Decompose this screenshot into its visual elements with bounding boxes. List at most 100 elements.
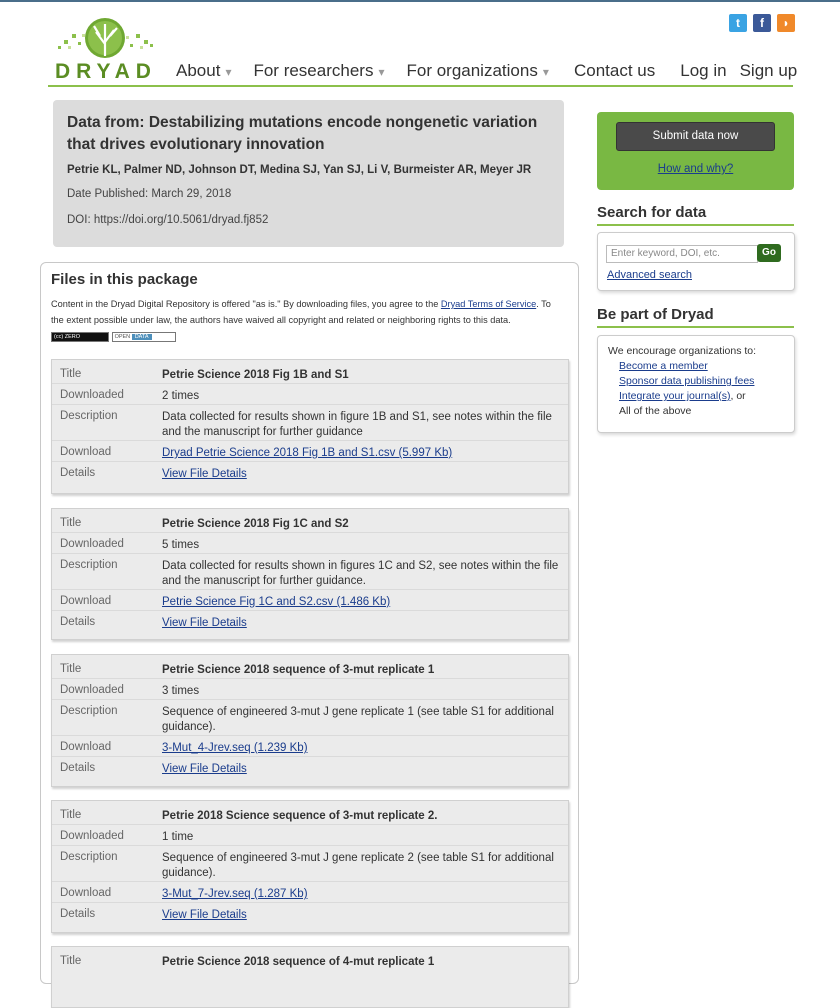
label-title: Title — [60, 663, 82, 675]
integrate-journal-item: Integrate your journal(s), or — [619, 389, 746, 404]
row-divider — [52, 589, 568, 590]
submit-data-box: Submit data now How and why? — [597, 112, 794, 190]
submit-data-button[interactable]: Submit data now — [616, 122, 775, 151]
license-notice: Content in the Dryad Digital Repository … — [51, 296, 566, 344]
label-download: Download — [60, 446, 112, 458]
label-description: Description — [60, 705, 118, 717]
search-input[interactable]: Enter keyword, DOI, etc. — [606, 245, 758, 263]
file-download-link[interactable]: 3-Mut_4-Jrev.seq (1.239 Kb) — [162, 742, 308, 754]
go-button[interactable]: Go — [757, 244, 781, 262]
file-download-link[interactable]: Dryad Petrie Science 2018 Fig 1B and S1.… — [162, 447, 452, 459]
label-description: Description — [60, 851, 118, 863]
date-published: Date Published: March 29, 2018 — [67, 188, 232, 200]
file-title: Petrie Science 2018 Fig 1C and S2 — [162, 518, 349, 530]
label-download: Download — [60, 887, 112, 899]
row-divider — [52, 532, 568, 533]
label-title: Title — [60, 368, 82, 380]
row-divider — [52, 735, 568, 736]
nav-about-label: About — [176, 61, 221, 80]
label-download: Download — [60, 741, 112, 753]
label-description: Description — [60, 410, 118, 422]
how-and-why-link[interactable]: How and why? — [597, 163, 794, 175]
sponsor-fees-item: Sponsor data publishing fees — [619, 374, 754, 389]
sponsor-fees-link[interactable]: Sponsor data publishing fees — [619, 375, 754, 387]
social-icons: t f ◗ — [729, 14, 795, 32]
dataset-authors: Petrie KL, Palmer ND, Johnson DT, Medina… — [67, 164, 532, 176]
label-title: Title — [60, 517, 82, 529]
nav-for-organizations[interactable]: For organizations ▾ — [406, 61, 548, 81]
chevron-down-icon: ▾ — [542, 65, 549, 79]
row-divider — [52, 461, 568, 462]
file-title: Petrie Science 2018 sequence of 3-mut re… — [162, 664, 435, 676]
label-title: Title — [60, 809, 82, 821]
file-download-link[interactable]: Petrie Science Fig 1C and S2.csv (1.486 … — [162, 596, 390, 608]
logo-wordmark[interactable]: DRYAD — [55, 60, 157, 84]
notice-text: Content in the Dryad Digital Repository … — [51, 299, 441, 309]
file-card: Title Petrie Science 2018 Fig 1C and S2 D… — [51, 508, 569, 640]
header-divider — [48, 85, 793, 87]
open-data-badge[interactable]: OPEN DATA — [111, 331, 176, 342]
row-divider — [52, 699, 568, 700]
nav-sign-up[interactable]: Sign up — [740, 61, 798, 81]
nav-organizations-label: For organizations — [406, 61, 538, 80]
file-description: Sequence of engineered 3-mut J gene repl… — [162, 706, 554, 733]
cc-zero-badge[interactable]: (cc) ZERO — [51, 331, 109, 342]
advanced-search-link[interactable]: Advanced search — [607, 269, 692, 281]
view-file-details-link[interactable]: View File Details — [162, 909, 247, 921]
twitter-icon[interactable]: t — [729, 14, 747, 32]
label-details: Details — [60, 616, 96, 628]
file-card: Title Petrie 2018 Science sequence of 3-m… — [51, 800, 569, 933]
rss-icon[interactable]: ◗ — [777, 14, 795, 32]
dataset-doi: DOI: https://doi.org/10.5061/dryad.fj852 — [67, 214, 269, 226]
row-divider — [52, 404, 568, 405]
facebook-icon[interactable]: f — [753, 14, 771, 32]
row-divider — [52, 678, 568, 679]
open-data-right: DATA — [131, 333, 152, 340]
become-member-link[interactable]: Become a member — [619, 360, 708, 372]
row-divider — [52, 610, 568, 611]
file-description: Data collected for results shown in figu… — [162, 560, 559, 587]
file-downloaded: 1 time — [162, 831, 194, 843]
files-heading: Files in this package — [51, 271, 198, 288]
be-part-heading-rule — [597, 326, 794, 328]
file-title: Petrie Science 2018 sequence of 4-mut re… — [162, 956, 435, 968]
file-card: Title Petrie Science 2018 sequence of 4-m… — [51, 946, 569, 1008]
all-of-the-above: All of the above — [619, 405, 692, 417]
row-divider — [52, 902, 568, 903]
be-part-heading: Be part of Dryad — [597, 306, 714, 323]
view-file-details-link[interactable]: View File Details — [162, 617, 247, 629]
file-downloaded: 2 times — [162, 390, 200, 402]
be-part-box: We encourage organizations to: Become a … — [597, 335, 795, 433]
label-details: Details — [60, 467, 96, 479]
tree-icon — [58, 18, 153, 58]
file-description: Sequence of engineered 3-mut J gene repl… — [162, 852, 554, 879]
nav-for-researchers[interactable]: For researchers ▾ — [253, 61, 384, 81]
cc-zero-label: ZERO — [64, 333, 80, 340]
file-download-link[interactable]: 3-Mut_7-Jrev.seq (1.287 Kb) — [162, 888, 308, 900]
row-divider — [52, 881, 568, 882]
view-file-details-link[interactable]: View File Details — [162, 468, 247, 480]
file-downloaded: 3 times — [162, 685, 200, 697]
nav-contact-us[interactable]: Contact us — [574, 61, 655, 81]
file-card: Title Petrie Science 2018 Fig 1B and S1 D… — [51, 359, 569, 494]
row-divider — [52, 383, 568, 384]
file-downloaded: 5 times — [162, 539, 200, 551]
file-description: Data collected for results shown in figu… — [162, 411, 552, 438]
nav-log-in[interactable]: Log in — [680, 61, 726, 81]
integrate-journal-link[interactable]: Integrate your journal(s) — [619, 390, 730, 402]
main-nav: About ▾ For researchers ▾ For organization… — [176, 61, 797, 81]
view-file-details-link[interactable]: View File Details — [162, 763, 247, 775]
label-details: Details — [60, 762, 96, 774]
search-box: Enter keyword, DOI, etc. Go Advanced sea… — [597, 232, 795, 291]
label-downloaded: Downloaded — [60, 830, 124, 842]
row-divider — [52, 553, 568, 554]
terms-of-service-link[interactable]: Dryad Terms of Service — [441, 299, 536, 309]
files-panel: Files in this package Content in the Dry… — [40, 262, 579, 1008]
or-text: , or — [730, 390, 746, 402]
row-divider — [52, 845, 568, 846]
label-downloaded: Downloaded — [60, 684, 124, 696]
nav-right: Contact us Log in Sign up — [574, 61, 797, 81]
citation-box: Data from: Destabilizing mutations encod… — [53, 100, 564, 247]
nav-about[interactable]: About ▾ — [176, 61, 231, 81]
search-heading: Search for data — [597, 204, 707, 221]
